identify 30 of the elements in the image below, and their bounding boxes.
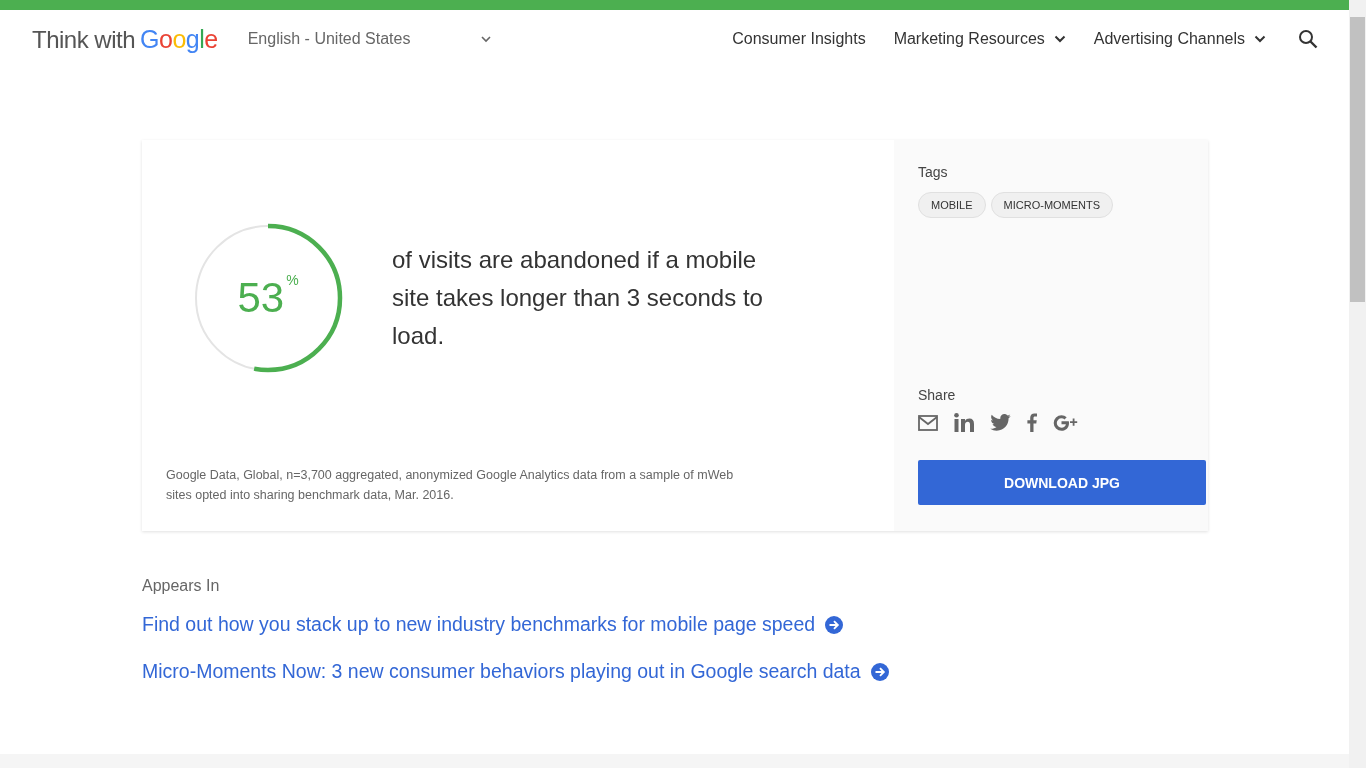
search-icon[interactable]: [1298, 29, 1318, 49]
facebook-icon[interactable]: [1027, 413, 1037, 432]
arrow-right-icon[interactable]: [825, 615, 844, 634]
bird-icon[interactable]: [990, 414, 1011, 431]
chevron-down-icon: [479, 35, 492, 43]
linkedin-icon[interactable]: [954, 413, 974, 432]
tag-chip[interactable]: MOBILE: [918, 192, 986, 218]
nav-link[interactable]: Advertising Channels: [1093, 30, 1266, 48]
tags-label: Tags: [918, 164, 949, 180]
nav-link[interactable]: Consumer Insights: [732, 30, 866, 48]
article-link[interactable]: Find out how you stack up to new industry benchmarks for mobile page speed: [142, 613, 816, 636]
share-label: Share: [918, 387, 957, 403]
arrow-right-icon[interactable]: [870, 662, 889, 681]
source-note: Google Data, Global, n=3,700 aggregated, anonymized Google Analytics data from a sample of mWeb sites opted into sharing benchmark data, Mar. 2016.: [166, 467, 735, 504]
tag-chip[interactable]: MICRO-MOMENTS: [990, 192, 1114, 218]
google-plus-icon[interactable]: [1053, 413, 1079, 432]
chevron-down-icon: [1254, 35, 1266, 43]
nav-link[interactable]: Marketing Resources: [893, 30, 1066, 48]
envelope-icon[interactable]: [918, 414, 938, 431]
chevron-down-icon: [1053, 35, 1066, 43]
stat-statement: of visits are abandoned if a mobile site takes longer than 3 seconds to load.: [392, 245, 764, 351]
language-select[interactable]: English - United States: [247, 30, 492, 48]
download-button[interactable]: DOWNLOAD JPG: [918, 460, 1206, 505]
article-link[interactable]: Micro-Moments Now: 3 new consumer behaviors playing out in Google search data: [142, 660, 861, 683]
scrollbar-thumb[interactable]: [1350, 17, 1365, 302]
stat-value: 53: [237, 274, 285, 322]
stat-unit: %: [286, 272, 299, 288]
site-logo[interactable]: Think with Google: [32, 24, 218, 54]
section-heading: Appears In: [142, 577, 221, 595]
scrollbar[interactable]: [1349, 0, 1366, 768]
